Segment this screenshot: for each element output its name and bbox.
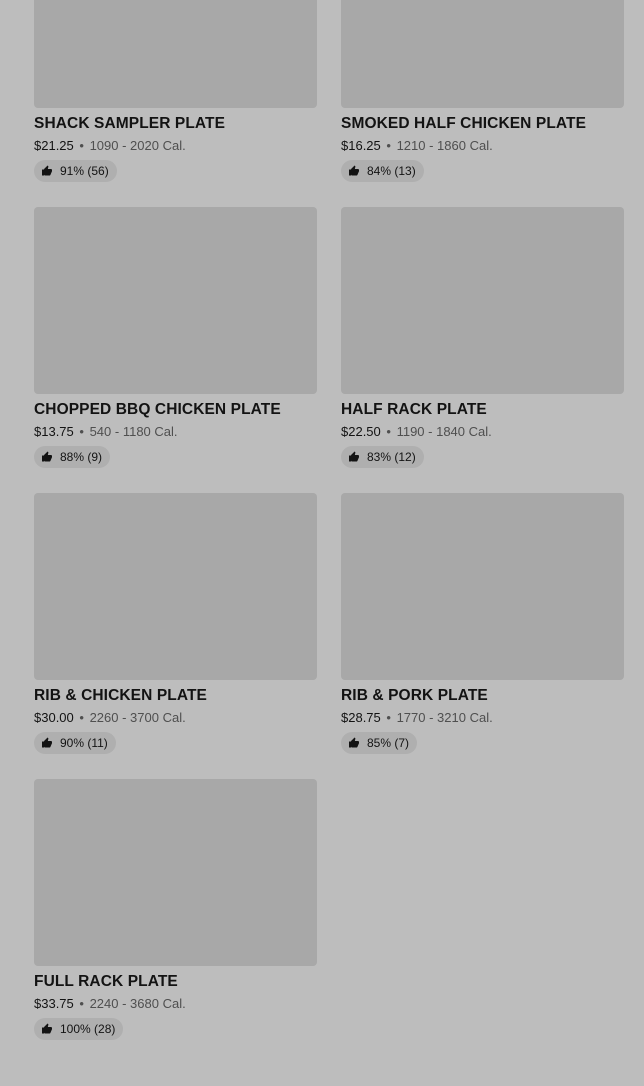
modal-backdrop-overlay[interactable] [0, 0, 644, 1086]
